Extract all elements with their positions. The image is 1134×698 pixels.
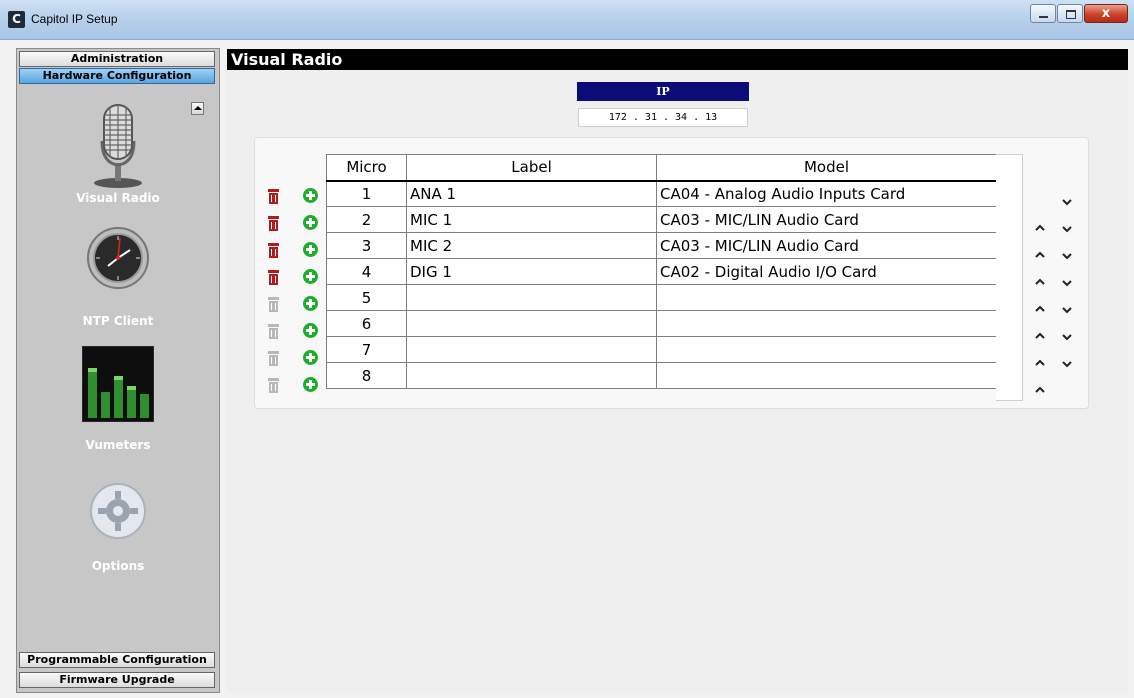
add-row-icon[interactable] [303,269,318,284]
sidebar-item-label: Options [91,559,145,573]
move-down-icon[interactable] [1061,220,1073,233]
delete-row-icon[interactable] [268,297,279,312]
model-cell[interactable]: CA03 - MIC/LIN Audio Card [656,232,997,259]
add-row-icon[interactable] [303,350,318,365]
label-cell[interactable]: MIC 1 [406,206,657,233]
micro-cell[interactable]: 8 [326,362,407,389]
table-row[interactable]: 2 MIC 1 CA03 - MIC/LIN Audio Card [326,206,997,233]
delete-row-icon[interactable] [268,324,279,339]
column-header-label: Label [406,154,657,182]
label-cell[interactable] [406,362,657,389]
micro-cell[interactable]: 4 [326,258,407,285]
table-row[interactable]: 7 [326,336,997,363]
add-row-icon[interactable] [303,188,318,203]
sidebar-item-options[interactable]: Options [17,482,219,582]
move-down-icon[interactable] [1061,355,1073,368]
move-up-icon[interactable] [1034,327,1046,339]
sidebar-item-label: Visual Radio [76,191,160,205]
add-row-icon[interactable] [303,296,318,311]
delete-row-icon[interactable] [268,270,279,285]
table-row[interactable]: 4 DIG 1 CA02 - Digital Audio I/O Card [326,258,997,285]
label-cell[interactable]: ANA 1 [406,180,657,207]
table-row[interactable]: 3 MIC 2 CA03 - MIC/LIN Audio Card [326,232,997,259]
label-cell[interactable] [406,284,657,311]
clock-icon [87,227,149,289]
page-title: Visual Radio [227,49,1128,70]
sidebar-item-label: Vumeters [85,438,151,452]
move-up-icon[interactable] [1034,354,1046,366]
table-row[interactable]: 5 [326,284,997,311]
minimize-button[interactable] [1030,4,1056,23]
hardware-configuration-button[interactable]: Hardware Configuration [19,68,215,84]
delete-row-icon[interactable] [268,378,279,393]
table-scrollbar[interactable] [996,154,1023,401]
model-cell[interactable] [656,310,997,337]
sidebar-item-ntp-client[interactable]: NTP Client [17,224,219,334]
microphone-icon [94,104,142,188]
app-icon: C [8,11,25,28]
model-cell[interactable]: CA04 - Analog Audio Inputs Card [656,180,997,207]
sidebar-item-visual-radio[interactable]: Visual Radio [17,101,219,211]
delete-row-icon[interactable] [268,189,279,204]
model-cell[interactable] [656,284,997,311]
delete-row-icon[interactable] [268,216,279,231]
table-row[interactable]: 8 [326,362,997,389]
move-up-icon[interactable] [1034,381,1046,393]
label-cell[interactable]: DIG 1 [406,258,657,285]
micro-cell[interactable]: 7 [326,336,407,363]
move-up-icon[interactable] [1034,219,1046,231]
micro-cell[interactable]: 3 [326,232,407,259]
micro-cell[interactable]: 5 [326,284,407,311]
micro-cell[interactable]: 1 [326,180,407,207]
window-title: Capitol IP Setup [31,12,118,26]
sidebar: Administration Hardware Configuration Vi… [16,48,220,693]
firmware-upgrade-button[interactable]: Firmware Upgrade [19,672,215,688]
administration-button[interactable]: Administration [19,51,215,67]
model-cell[interactable] [656,336,997,363]
delete-row-icon[interactable] [268,351,279,366]
maximize-button[interactable] [1057,4,1083,23]
label-cell[interactable] [406,310,657,337]
micro-cell[interactable]: 2 [326,206,407,233]
sidebar-item-vumeters[interactable]: Vumeters [17,346,219,456]
ip-address-field[interactable]: 172 . 31 . 34 . 13 [578,108,748,127]
table-row[interactable]: 6 [326,310,997,337]
column-header-model: Model [656,154,997,182]
table-row[interactable]: 1 ANA 1 CA04 - Analog Audio Inputs Card [326,180,997,207]
add-row-icon[interactable] [303,323,318,338]
delete-row-icon[interactable] [268,243,279,258]
micro-cell[interactable]: 6 [326,310,407,337]
add-row-icon[interactable] [303,215,318,230]
move-down-icon[interactable] [1061,193,1073,206]
model-cell[interactable] [656,362,997,389]
label-cell[interactable] [406,336,657,363]
move-down-icon[interactable] [1061,328,1073,341]
gear-icon [90,483,146,539]
window-controls: x [1029,4,1128,23]
move-up-icon[interactable] [1034,300,1046,312]
move-up-icon[interactable] [1034,246,1046,258]
sidebar-item-label: NTP Client [82,314,154,328]
vumeter-icon [82,346,154,422]
add-row-icon[interactable] [303,377,318,392]
model-cell[interactable]: CA02 - Digital Audio I/O Card [656,258,997,285]
model-cell[interactable]: CA03 - MIC/LIN Audio Card [656,206,997,233]
column-header-micro: Micro [326,154,407,182]
close-button[interactable]: x [1084,4,1128,23]
move-down-icon[interactable] [1061,247,1073,260]
add-row-icon[interactable] [303,242,318,257]
move-down-icon[interactable] [1061,274,1073,287]
ip-label: IP [577,82,749,101]
move-down-icon[interactable] [1061,301,1073,314]
micro-table: Micro Label Model 1 ANA 1 CA04 - Analog Au… [326,154,997,389]
programmable-configuration-button[interactable]: Programmable Configuration [19,652,215,668]
label-cell[interactable]: MIC 2 [406,232,657,259]
title-bar: C Capitol IP Setup x [0,0,1134,40]
move-up-icon[interactable] [1034,273,1046,285]
